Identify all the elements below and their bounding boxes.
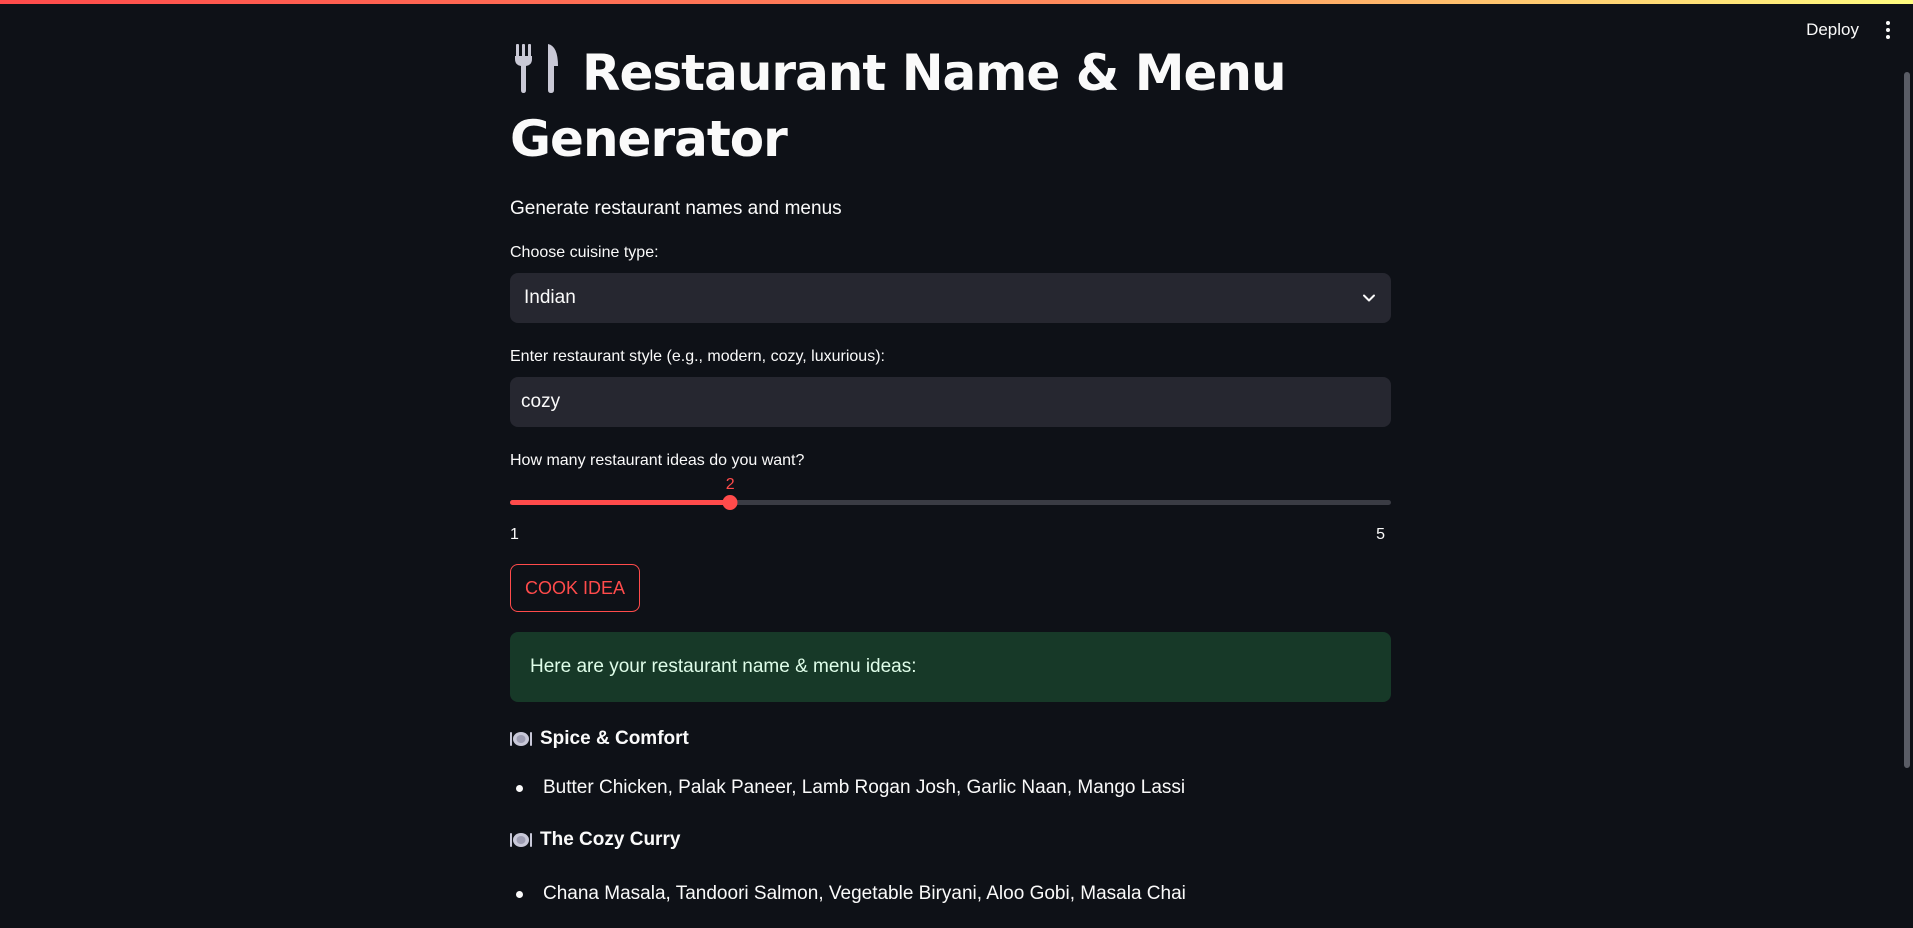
cook-idea-button[interactable]: COOK IDEA [510, 564, 641, 612]
slider-value: 2 [725, 476, 735, 493]
page-title: Restaurant Name & Menu Generator [510, 40, 1391, 172]
idea-menu-text: Butter Chicken, Palak Paneer, Lamb Rogan… [543, 777, 1186, 798]
bullet-icon [516, 890, 523, 898]
style-label: Enter restaurant style (e.g., modern, co… [510, 348, 885, 365]
fork-and-knife-icon [515, 44, 558, 93]
slider-max-label: 5 [1376, 526, 1385, 543]
deploy-button[interactable]: Deploy [1806, 20, 1859, 40]
idea-menu-text: Chana Masala, Tandoori Salmon, Vegetable… [543, 883, 1186, 904]
count-slider[interactable]: 2 1 5 [510, 476, 1391, 548]
idea-menu: Butter Chicken, Palak Paneer, Lamb Rogan… [510, 777, 1391, 799]
idea-title: Spice & Comfort [510, 728, 1391, 750]
page-title-text: Restaurant Name & Menu Generator [510, 44, 1287, 168]
cuisine-select[interactable]: Indian [510, 273, 1391, 323]
main-content: Restaurant Name & Menu Generator Generat… [510, 40, 1391, 905]
top-decoration-bar [0, 0, 1913, 4]
slider-thumb[interactable] [722, 495, 738, 510]
chevron-down-icon [1363, 294, 1375, 302]
slider-min-label: 1 [510, 526, 519, 543]
scrollbar[interactable] [1904, 72, 1910, 768]
style-input[interactable] [510, 377, 1391, 427]
count-label: How many restaurant ideas do you want? [510, 452, 805, 469]
idea-menu: Chana Masala, Tandoori Salmon, Vegetable… [510, 883, 1391, 905]
cuisine-selected-value: Indian [524, 287, 576, 308]
success-message: Here are your restaurant name & menu ide… [510, 632, 1391, 702]
idea-name: Spice & Comfort [540, 728, 689, 749]
cuisine-label: Choose cuisine type: [510, 244, 659, 261]
plate-icon [510, 833, 532, 847]
idea-title: The Cozy Curry [510, 829, 1391, 851]
header-actions: Deploy [1806, 18, 1895, 42]
more-options-icon[interactable] [1881, 18, 1895, 42]
plate-icon [510, 732, 532, 746]
slider-fill [510, 500, 731, 505]
page-subtitle: Generate restaurant names and menus [510, 198, 842, 219]
idea-item: Spice & Comfort Butter Chicken, Palak Pa… [510, 728, 1391, 799]
bullet-icon [516, 784, 523, 792]
idea-name: The Cozy Curry [540, 829, 681, 850]
slider-track[interactable] [510, 495, 1391, 510]
idea-item: The Cozy Curry Chana Masala, Tandoori Sa… [510, 829, 1391, 905]
